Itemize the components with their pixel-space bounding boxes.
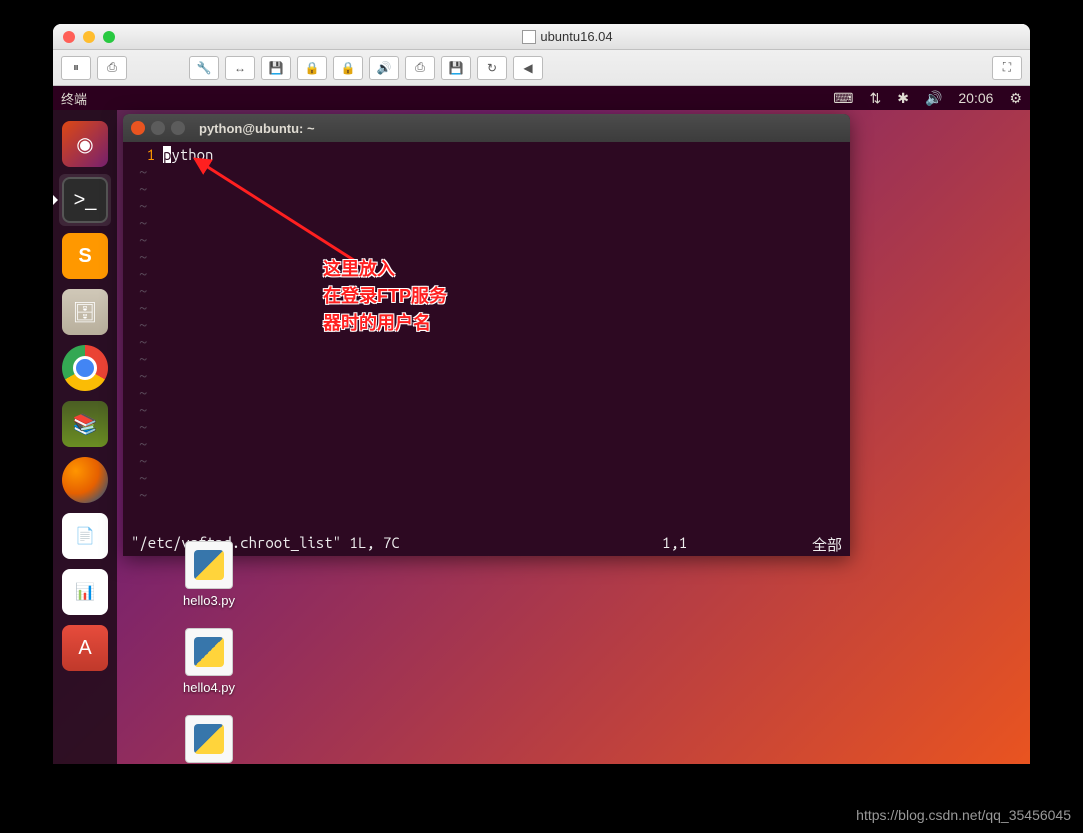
launcher-ubuntu[interactable]: ◉ — [59, 118, 111, 170]
mac-titlebar: ubuntu16.04 — [53, 24, 1030, 50]
software-icon: A — [62, 625, 108, 671]
pause-button[interactable]: ⏸ — [61, 56, 91, 80]
vim-tilde: ~ — [131, 469, 842, 486]
vim-tilde: ~ — [131, 418, 842, 435]
desktop-icons: hello3.py hello4.py — [183, 541, 235, 764]
python-file-icon — [185, 628, 233, 676]
vim-tilde: ~ — [131, 367, 842, 384]
vim-tilde: ~ — [131, 299, 842, 316]
annotation-line2: 在登录FTP服务 — [323, 283, 447, 310]
mac-minimize-button[interactable] — [83, 31, 95, 43]
printer-button[interactable]: ⎙ — [405, 56, 435, 80]
vim-tilde: ~ — [131, 350, 842, 367]
vim-tilde: ~ — [131, 282, 842, 299]
terminal-icon: >_ — [62, 177, 108, 223]
vm-toolbar: ⏸ ⎙ 🔧 ↔ 💾 🔒 🔒 🔊 ⎙ 💾 ↻ ◀ ⛶ — [53, 50, 1030, 86]
active-app-name: 终端 — [61, 89, 833, 108]
clock[interactable]: 20:06 — [958, 90, 993, 106]
terminal-maximize-button[interactable] — [171, 121, 185, 135]
refresh-button[interactable]: ↻ — [477, 56, 507, 80]
python-file-icon — [185, 715, 233, 763]
launcher-sublime[interactable]: S — [59, 230, 111, 282]
volume-icon[interactable]: 🔊 — [925, 90, 942, 107]
snapshot-button[interactable]: ⎙ — [97, 56, 127, 80]
vim-tilde: ~ — [131, 333, 842, 350]
vim-tilde: ~ — [131, 435, 842, 452]
desktop-file-hello3[interactable]: hello3.py — [183, 541, 235, 608]
vm-icon — [522, 30, 536, 44]
writer-icon: 📄 — [62, 513, 108, 559]
fullscreen-button[interactable]: ⛶ — [992, 56, 1022, 80]
file-label: hello4.py — [183, 680, 235, 695]
annotation-line1: 这里放入 — [323, 256, 447, 283]
save-button[interactable]: 💾 — [441, 56, 471, 80]
top-panel: 终端 ⌨ ⇅ ✱ 🔊 20:06 ⚙ — [53, 86, 1030, 110]
launcher-software[interactable]: A — [59, 622, 111, 674]
sublime-icon: S — [62, 233, 108, 279]
network-button[interactable]: ↔ — [225, 56, 255, 80]
annotation-text: 这里放入 在登录FTP服务 器时的用户名 — [323, 256, 447, 337]
vm-window: ubuntu16.04 ⏸ ⎙ 🔧 ↔ 💾 🔒 🔒 🔊 ⎙ 💾 ↻ ◀ ⛶ 终端… — [53, 24, 1030, 764]
watermark: https://blog.csdn.net/qq_35456045 — [856, 807, 1071, 823]
launcher: ◉ >_ S 🗄 📚 📄 📊 A — [53, 110, 117, 764]
launcher-calc[interactable]: 📊 — [59, 566, 111, 618]
python-file-icon — [185, 541, 233, 589]
firefox-icon — [62, 457, 108, 503]
terminal-close-button[interactable] — [131, 121, 145, 135]
mac-close-button[interactable] — [63, 31, 75, 43]
bluetooth-icon[interactable]: ✱ — [897, 90, 909, 107]
files-icon: 🗄 — [62, 289, 108, 335]
launcher-firefox[interactable] — [59, 454, 111, 506]
books-icon: 📚 — [62, 401, 108, 447]
launcher-files[interactable]: 🗄 — [59, 286, 111, 338]
settings-button[interactable]: 🔧 — [189, 56, 219, 80]
ubuntu-desktop: 终端 ⌨ ⇅ ✱ 🔊 20:06 ⚙ ◉ >_ S 🗄 📚 📄 📊 A — [53, 86, 1030, 764]
lock2-button[interactable]: 🔒 — [333, 56, 363, 80]
back-button[interactable]: ◀ — [513, 56, 543, 80]
mac-window-title: ubuntu16.04 — [115, 29, 1020, 44]
mac-maximize-button[interactable] — [103, 31, 115, 43]
annotation-line3: 器时的用户名 — [323, 310, 447, 337]
status-position: 1,1 — [662, 534, 782, 554]
terminal-minimize-button[interactable] — [151, 121, 165, 135]
desktop-file-hello4[interactable]: hello4.py — [183, 628, 235, 695]
lock1-button[interactable]: 🔒 — [297, 56, 327, 80]
launcher-books[interactable]: 📚 — [59, 398, 111, 450]
vim-tilde: ~ — [131, 452, 842, 469]
desktop-file-partial[interactable] — [183, 715, 235, 763]
system-indicators: ⌨ ⇅ ✱ 🔊 20:06 ⚙ — [833, 90, 1022, 107]
gear-icon[interactable]: ⚙ — [1009, 90, 1022, 107]
mac-window-buttons — [63, 31, 115, 43]
vm-title-text: ubuntu16.04 — [540, 29, 612, 44]
status-percent: 全部 — [782, 534, 842, 554]
file-label: hello3.py — [183, 593, 235, 608]
calc-icon: 📊 — [62, 569, 108, 615]
launcher-terminal[interactable]: >_ — [59, 174, 111, 226]
launcher-chrome[interactable] — [59, 342, 111, 394]
line-number: 1 — [131, 146, 155, 163]
terminal-titlebar[interactable]: python@ubuntu: ~ — [123, 114, 850, 142]
terminal-title: python@ubuntu: ~ — [199, 121, 315, 136]
ubuntu-logo-icon: ◉ — [62, 121, 108, 167]
chrome-icon — [62, 345, 108, 391]
keyboard-icon[interactable]: ⌨ — [833, 90, 853, 107]
launcher-writer[interactable]: 📄 — [59, 510, 111, 562]
network-icon[interactable]: ⇅ — [869, 90, 881, 107]
vim-tilde: ~ — [131, 486, 842, 503]
vim-tilde: ~ — [131, 401, 842, 418]
sound-button[interactable]: 🔊 — [369, 56, 399, 80]
vim-tilde: ~ — [131, 316, 842, 333]
disk-button[interactable]: 💾 — [261, 56, 291, 80]
vim-tilde: ~ — [131, 384, 842, 401]
